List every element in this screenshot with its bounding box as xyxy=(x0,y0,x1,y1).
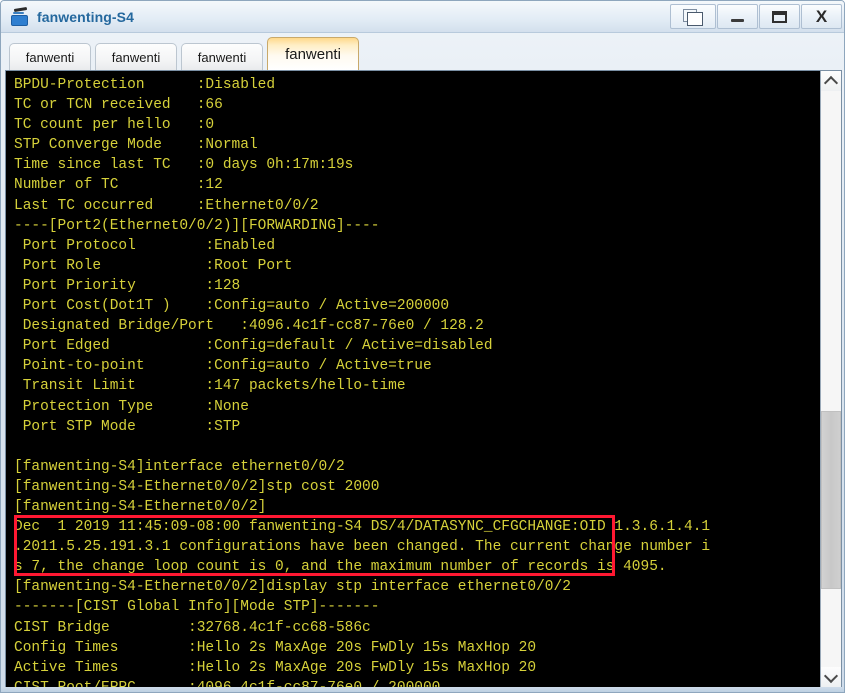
maximize-button[interactable] xyxy=(759,4,800,29)
terminal-line: Protection Type :None xyxy=(14,398,249,415)
terminal-line: Active Times :Hello 2s MaxAge 20s FwDly … xyxy=(14,659,537,676)
window-bottom-edge xyxy=(1,687,844,692)
terminal-window: fanwenting-S4 X fanwenti fanwenti fanwen… xyxy=(0,0,845,693)
terminal-line: ----[Port2(Ethernet0/0/2)][FORWARDING]--… xyxy=(14,217,380,234)
terminal-line: [fanwenting-S4-Ethernet0/0/2]display stp… xyxy=(14,579,571,596)
terminal-line: [fanwenting-S4]interface ethernet0/0/2 xyxy=(14,458,345,475)
terminal-line: Last TC occurred :Ethernet0/0/2 xyxy=(14,197,319,214)
terminal-line: CIST Bridge :32768.4c1f-cc68-586c xyxy=(14,619,371,636)
terminal-line: Port Protocol :Enabled xyxy=(14,237,276,254)
tab-label: fanwenti xyxy=(197,49,247,65)
restore-group-icon xyxy=(683,8,703,26)
close-icon: X xyxy=(815,7,828,26)
terminal-line: TC or TCN received :66 xyxy=(14,97,223,114)
terminal-line: TC count per hello :0 xyxy=(14,117,215,134)
tab-session-2[interactable]: fanwenti xyxy=(95,43,177,70)
terminal-line: Number of TC :12 xyxy=(14,177,223,194)
terminal-line: Port Edged :Config=default / Active=disa… xyxy=(14,338,493,355)
terminal-line: STP Converge Mode :Normal xyxy=(14,137,258,154)
terminal-scrollbar[interactable] xyxy=(820,71,841,687)
terminal-line: Port STP Mode :STP xyxy=(14,418,241,435)
terminal-line: Point-to-point :Config=auto / Active=tru… xyxy=(14,358,432,375)
terminal-line: Config Times :Hello 2s MaxAge 20s FwDly … xyxy=(14,639,537,656)
terminal-line: [fanwenting-S4-Ethernet0/0/2]stp cost 20… xyxy=(14,478,380,495)
terminal-line: Dec 1 2019 11:45:09-08:00 fanwenting-S4 … xyxy=(14,519,711,536)
close-button[interactable]: X xyxy=(801,4,842,29)
tab-strip: fanwenti fanwenti fanwenti fanwenti xyxy=(1,32,844,70)
chevron-down-icon xyxy=(823,668,839,683)
tab-session-1[interactable]: fanwenti xyxy=(9,43,91,70)
tab-label: fanwenti xyxy=(111,49,161,65)
scrollbar-track[interactable] xyxy=(821,91,841,667)
tab-session-4-active[interactable]: fanwenti xyxy=(267,37,359,70)
terminal-line: s 7, the change loop count is 0, and the… xyxy=(14,559,667,576)
terminal-line: BPDU-Protection :Disabled xyxy=(14,77,276,93)
terminal-line: -------[CIST Global Info][Mode STP]-----… xyxy=(14,599,380,616)
scroll-down-button[interactable] xyxy=(821,667,841,687)
terminal-line: Transit Limit :147 packets/hello-time xyxy=(14,378,406,395)
tab-label: fanwenti xyxy=(285,45,341,63)
terminal-line: Time since last TC :0 days 0h:17m:19s xyxy=(14,157,354,174)
terminal-output[interactable]: BPDU-Protection :Disabled TC or TCN recei… xyxy=(6,71,820,687)
terminal-line: Port Cost(Dot1T ) :Config=auto / Active=… xyxy=(14,298,450,315)
terminal-panel: BPDU-Protection :Disabled TC or TCN recei… xyxy=(5,70,842,688)
switch-icon xyxy=(10,6,30,27)
scroll-up-button[interactable] xyxy=(821,71,841,91)
terminal-line: CIST Root/ERPC :4096.4c1f-cc87-76e0 / 20… xyxy=(14,678,820,687)
minimize-icon xyxy=(731,18,744,22)
chevron-up-icon xyxy=(823,75,839,90)
terminal-line: [fanwenting-S4-Ethernet0/0/2] xyxy=(14,498,267,515)
terminal-line: Designated Bridge/Port :4096.4c1f-cc87-7… xyxy=(14,318,484,335)
terminal-line: Port Role :Root Port xyxy=(14,257,293,274)
terminal-line: Port Priority :128 xyxy=(14,277,241,294)
title-bar: fanwenting-S4 X xyxy=(1,1,844,33)
window-controls: X xyxy=(669,3,842,30)
window-title: fanwenting-S4 xyxy=(37,8,134,25)
tab-session-3[interactable]: fanwenti xyxy=(181,43,263,70)
terminal-line: .2011.5.25.191.3.1 configurations have b… xyxy=(14,539,711,556)
restore-group-button[interactable] xyxy=(670,4,716,29)
maximize-icon xyxy=(772,10,787,23)
minimize-button[interactable] xyxy=(717,4,758,29)
tab-label: fanwenti xyxy=(25,49,75,65)
scrollbar-thumb[interactable] xyxy=(821,411,841,589)
